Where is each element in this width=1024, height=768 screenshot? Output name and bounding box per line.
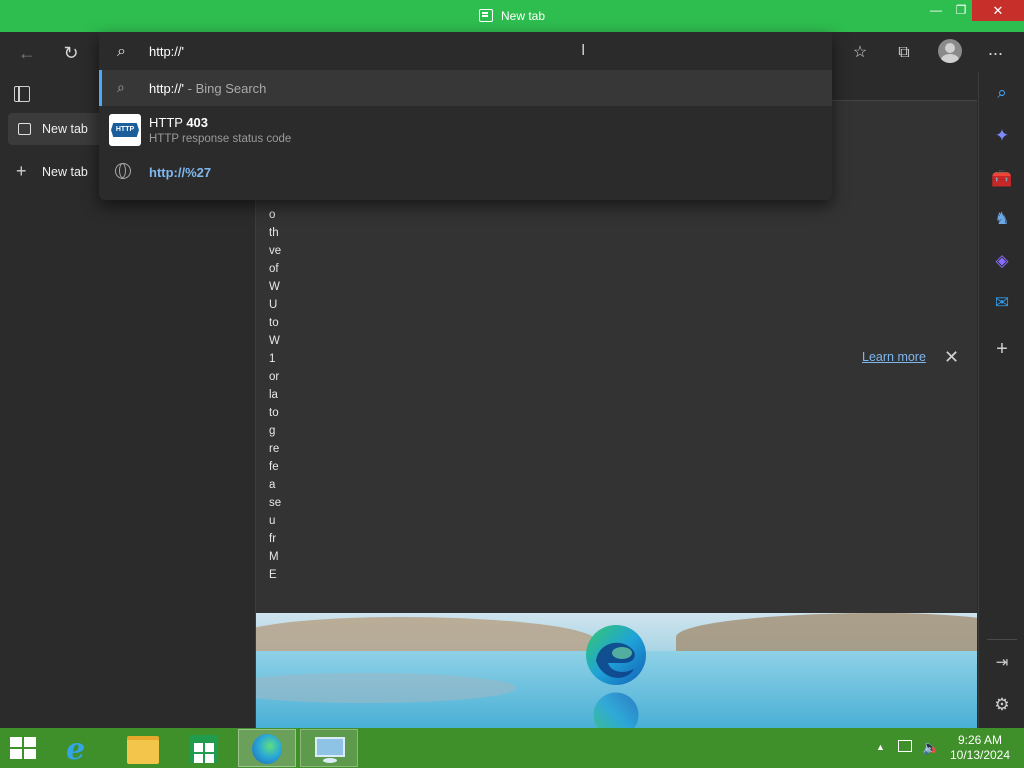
suggestion-text: http://' - Bing Search [149, 81, 266, 96]
suggestion-subtitle: HTTP response status code [149, 133, 292, 145]
notice-text-fragment: to [269, 407, 279, 419]
internet-explorer-icon: e [66, 732, 86, 767]
http-badge-icon: HTTP [109, 114, 141, 146]
new-tab-label: New tab [42, 165, 88, 179]
mute-mark: x [931, 745, 937, 756]
tab-actions-icon[interactable] [14, 86, 30, 102]
search-icon: ⌕ [117, 79, 125, 95]
start-button[interactable] [0, 729, 56, 767]
more-options-button[interactable]: ··· [982, 40, 1008, 66]
internet-explorer-taskbar-button[interactable]: e [58, 729, 114, 767]
store-icon [190, 735, 218, 763]
notice-text-fragment: or [269, 371, 280, 383]
games-icon[interactable]: ♞ [991, 208, 1013, 230]
suggestion-title-prefix: HTTP [149, 115, 187, 130]
clock-date: 10/13/2024 [949, 748, 1011, 762]
edge-logo-reflection-icon [593, 692, 639, 728]
suggestion-url[interactable]: http://%27 [99, 156, 832, 188]
globe-icon [115, 163, 131, 179]
clock-time: 9:26 AM [957, 733, 1003, 747]
monitor-stand-icon [323, 758, 337, 763]
notice-text-fragment: ve [269, 245, 282, 257]
edge-icon [252, 734, 282, 764]
learn-more-link[interactable]: Learn more [862, 350, 926, 364]
add-app-icon[interactable]: + [991, 338, 1013, 360]
http-badge-text: HTTP [111, 123, 139, 137]
background-image [256, 613, 977, 728]
notice-text-fragment: se [269, 497, 282, 509]
close-button[interactable]: ✕ [972, 0, 1024, 21]
address-input[interactable] [149, 44, 809, 59]
notice-text-fragment: U [269, 299, 278, 311]
office-icon[interactable]: ◈ [991, 250, 1013, 272]
right-sidebar: ⌕ ✦ 🧰 ♞ ◈ ✉ + ⇥ ⚙ [978, 72, 1024, 728]
notice-text-fragment: re [269, 443, 280, 455]
favorites-button[interactable]: ☆ [847, 40, 873, 66]
plus-icon: + [16, 161, 27, 181]
notice-text-fragment: of [269, 263, 279, 275]
taskbar: e ▲ 🔈 x 9:26 AM 10/13/2024 [0, 728, 1024, 768]
edge-logo-icon [586, 625, 646, 685]
maximize-button[interactable]: ❐ [948, 0, 974, 21]
address-bar-dropdown: ⌕ I ⌕ http://' - Bing Search HTTP HTTP 4… [99, 32, 832, 200]
suggestion-url-text: http://%27 [149, 165, 212, 180]
network-icon[interactable] [898, 740, 912, 752]
tools-icon[interactable]: 🧰 [991, 168, 1013, 190]
notice-text-fragment: u [269, 515, 276, 527]
notice-text-fragment: g [269, 425, 276, 437]
minimize-button[interactable]: — [923, 0, 949, 21]
suggestion-bing-search[interactable]: ⌕ http://' - Bing Search [99, 70, 832, 106]
collections-button[interactable]: ⧉ [891, 40, 917, 66]
notice-text-fragment: fe [269, 461, 279, 473]
back-button[interactable]: ← [14, 40, 40, 66]
notice-text-fragment: a [269, 479, 276, 491]
notice-text-fragment: to [269, 317, 279, 329]
hill-shape [676, 613, 977, 653]
notice-text-fragment: th [269, 227, 279, 239]
settings-icon[interactable]: ⚙ [991, 694, 1013, 716]
divider [987, 639, 1017, 640]
clock[interactable]: 9:26 AM 10/13/2024 [944, 733, 1016, 763]
file-explorer-taskbar-button[interactable] [117, 729, 173, 767]
store-taskbar-button[interactable] [177, 729, 233, 767]
window-title: New tab [0, 9, 1024, 23]
wrapped-notice-text: su o th ve of W U to W 1 or la to g re f… [269, 188, 293, 584]
notice-text-fragment: o [269, 209, 276, 221]
folder-icon [127, 736, 159, 764]
tab-new-tab[interactable]: New tab [8, 113, 103, 145]
text-cursor-icon: I [581, 42, 586, 59]
outlook-icon[interactable]: ✉ [991, 292, 1013, 314]
notice-text-fragment: W [269, 281, 280, 293]
notice-text-fragment: la [269, 389, 278, 401]
monitor-icon [315, 737, 345, 757]
suggestion-title: HTTP 403 [149, 115, 208, 130]
edge-taskbar-button[interactable] [238, 729, 296, 767]
notice-text-fragment: M [269, 551, 279, 563]
window-title-text: New tab [500, 9, 546, 23]
suggestion-title-code: 403 [186, 115, 209, 130]
suggestion-query: http://' [149, 81, 185, 96]
remote-desktop-taskbar-button[interactable] [300, 729, 358, 767]
windows-logo-icon [10, 737, 38, 761]
notice-text-fragment: 1 [269, 353, 276, 365]
profile-avatar[interactable] [938, 39, 962, 63]
refresh-button[interactable]: ↻ [58, 40, 84, 66]
notice-text-fragment: fr [269, 533, 277, 545]
title-bar: New tab — ❐ ✕ [0, 0, 1024, 32]
search-icon[interactable]: ⌕ [991, 82, 1013, 104]
tab-icon [478, 9, 493, 22]
search-icon: ⌕ [117, 43, 126, 60]
tab-icon [18, 123, 31, 135]
volume-muted-icon[interactable]: 🔈 x [922, 739, 939, 756]
tab-label: New tab [42, 122, 88, 136]
hide-sidebar-icon[interactable]: ⇥ [991, 652, 1013, 674]
suggestion-source: - Bing Search [184, 81, 267, 96]
notice-text-fragment: E [269, 569, 277, 581]
notice-text-fragment: W [269, 335, 280, 347]
show-hidden-icons-button[interactable]: ▲ [876, 742, 885, 752]
suggestion-http-403[interactable]: HTTP HTTP 403 HTTP response status code [99, 108, 832, 152]
dismiss-banner-button[interactable]: ✕ [944, 347, 959, 368]
copilot-icon[interactable]: ✦ [991, 125, 1013, 147]
